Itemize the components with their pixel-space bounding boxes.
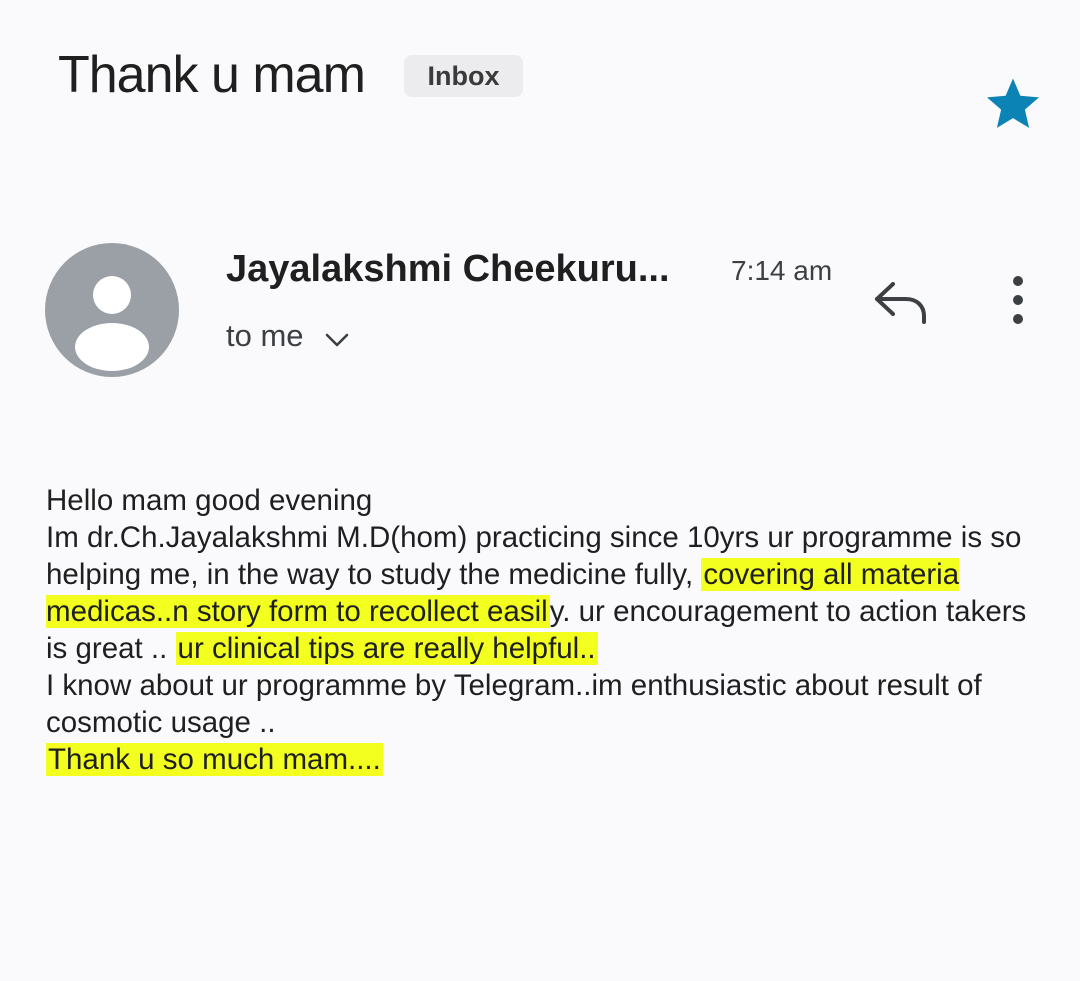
highlighted-text: ur clinical tips are really helpful.. bbox=[175, 632, 598, 665]
chevron-down-icon bbox=[325, 333, 348, 347]
recipients-label: to me bbox=[226, 318, 304, 353]
email-time: 7:14 am bbox=[731, 255, 833, 286]
email-body: Hello mam good evening Im dr.Ch.Jayalaks… bbox=[46, 482, 1046, 778]
body-paragraph: I know about ur programme by Telegram..i… bbox=[46, 669, 982, 739]
recipients-toggle[interactable]: to me bbox=[226, 316, 350, 356]
email-view: Thank u mam Inbox Jayalakshmi Cheekuru..… bbox=[0, 0, 1080, 981]
highlighted-text: Thank u so much mam.... bbox=[46, 743, 383, 776]
email-subject: Thank u mam bbox=[58, 46, 366, 104]
inbox-label-chip[interactable]: Inbox bbox=[404, 55, 523, 97]
person-avatar-icon bbox=[75, 276, 149, 371]
body-greeting: Hello mam good evening bbox=[46, 484, 373, 517]
reply-icon[interactable] bbox=[872, 278, 928, 324]
sender-name[interactable]: Jayalakshmi Cheekuru... bbox=[226, 245, 670, 293]
star-icon[interactable] bbox=[983, 73, 1043, 133]
body-closing: Thank u so much mam.... bbox=[46, 741, 1046, 778]
sender-avatar[interactable] bbox=[45, 243, 179, 377]
body-paragraph: Im dr.Ch.Jayalakshmi M.D(hom) practicing… bbox=[46, 519, 1046, 667]
more-vertical-icon[interactable] bbox=[1000, 274, 1036, 326]
